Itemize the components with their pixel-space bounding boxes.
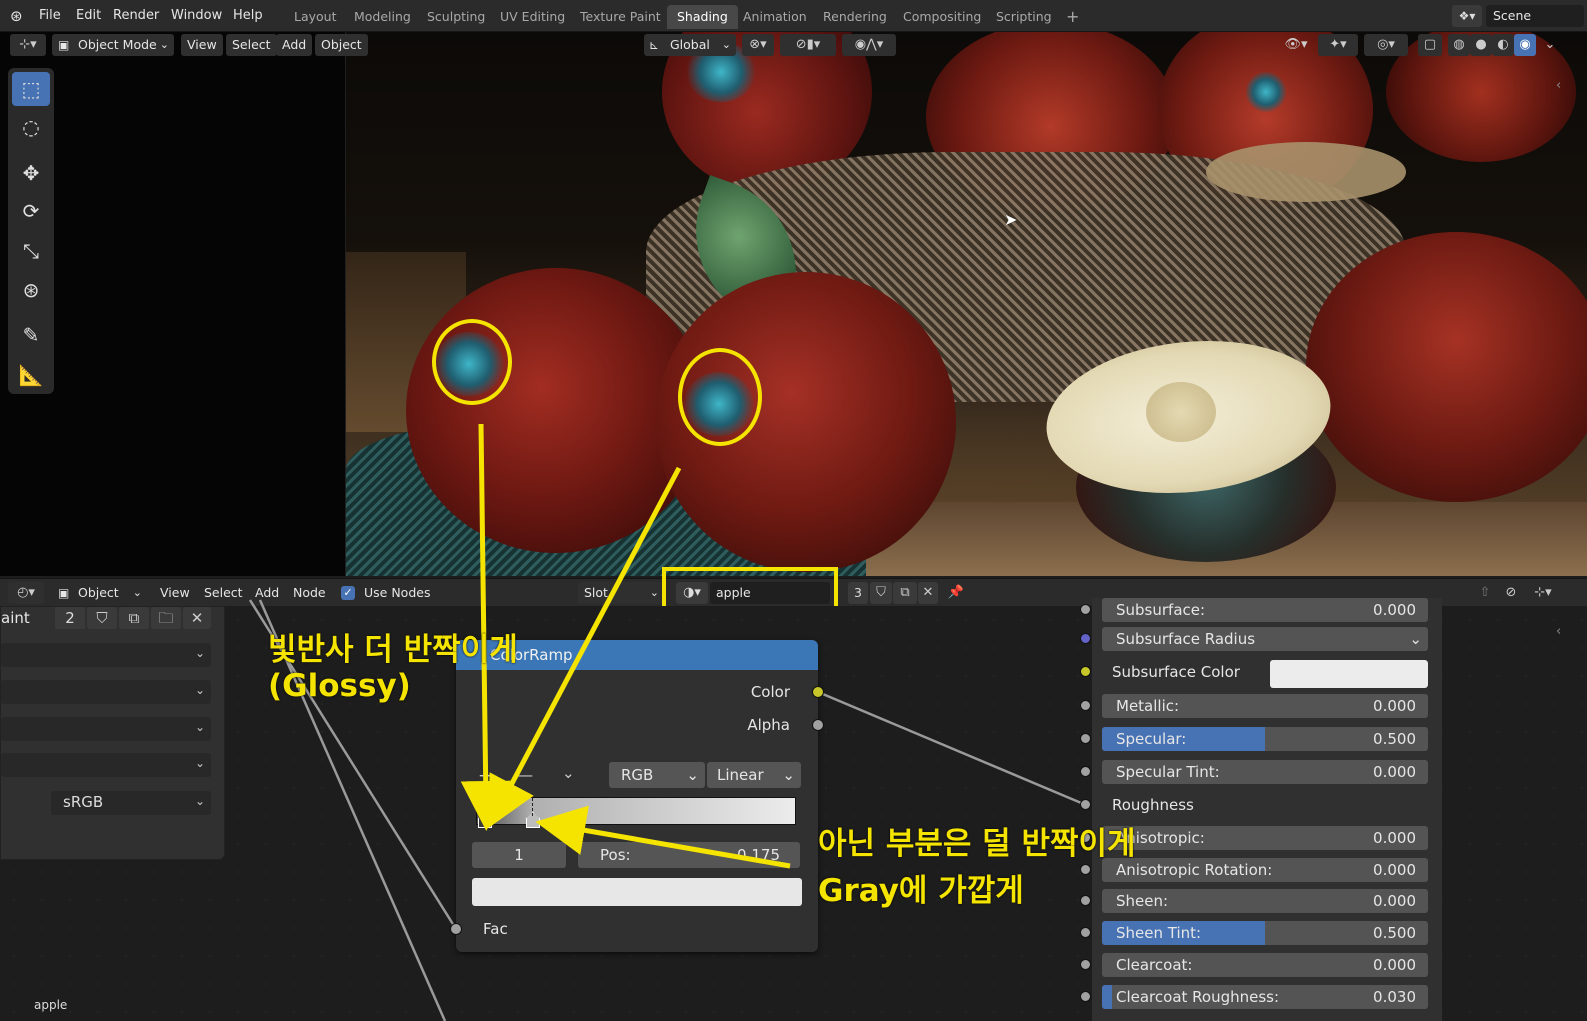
annotation-arrow bbox=[488, 466, 682, 829]
annotation-glossy-line1: 빛반사 더 반짝이게 bbox=[268, 632, 518, 668]
annotation-arrows bbox=[460, 423, 791, 869]
annotation-glossy-line2: (Glossy) bbox=[268, 668, 411, 704]
annotation-gray-line1: 아닌 부분은 덜 반짝이게 bbox=[818, 826, 1136, 862]
annotation-arrow bbox=[535, 805, 791, 869]
annotation-gray-line2: Gray에 가깝게 bbox=[818, 873, 1024, 909]
annotation-arrow bbox=[460, 423, 511, 831]
